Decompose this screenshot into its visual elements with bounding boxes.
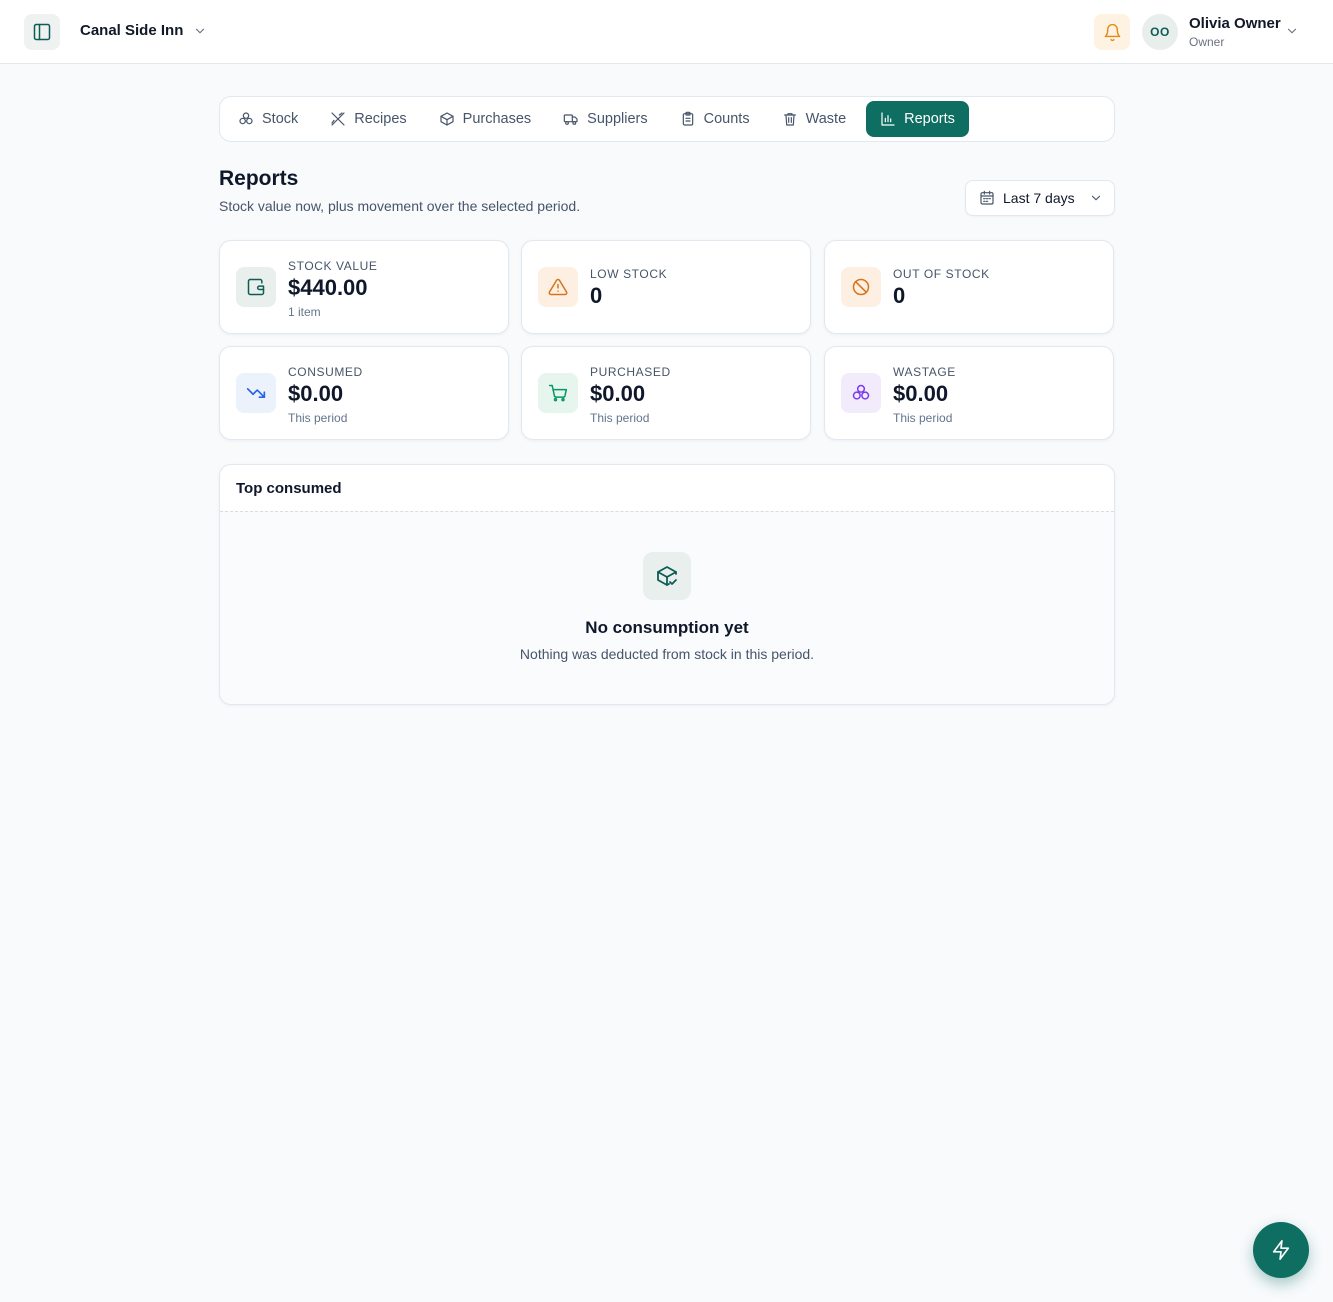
stat-card-stock-value: STOCK VALUE $440.00 1 item [219, 240, 509, 334]
stat-value: 0 [893, 283, 906, 308]
stat-card-out-of-stock: OUT OF STOCK 0 [824, 240, 1114, 334]
tab-counts[interactable]: Counts [666, 101, 764, 137]
stat-label: CONSUMED [288, 365, 363, 379]
cart-icon [538, 373, 578, 413]
user-role: Owner [1189, 35, 1225, 49]
venue-switcher[interactable]: Canal Side Inn [80, 22, 207, 39]
empty-text: Nothing was deducted from stock in this … [519, 646, 815, 662]
avatar-initials: OO [1150, 25, 1170, 39]
stat-hint: This period [893, 411, 953, 425]
stat-value: 0 [590, 283, 603, 308]
tab-label: Stock [262, 111, 299, 127]
tab-reports[interactable]: Reports [866, 101, 969, 137]
stat-label: LOW STOCK [590, 267, 668, 281]
stat-label: OUT OF STOCK [893, 267, 990, 281]
bell-icon [1104, 23, 1120, 41]
user-menu[interactable]: Olivia Owner Owner [1189, 15, 1281, 50]
package-check-icon [643, 552, 691, 600]
page-title: Reports [219, 167, 299, 190]
stat-label: PURCHASED [590, 365, 671, 379]
trending-down-icon [236, 373, 276, 413]
top-consumed-panel: Top consumed No consumption yet Nothing … [219, 464, 1115, 705]
stat-label: WASTAGE [893, 365, 956, 379]
tab-label: Waste [805, 111, 847, 127]
wallet-icon [236, 267, 276, 307]
user-name: Olivia Owner [1189, 15, 1281, 32]
ingredients-icon [239, 112, 253, 125]
page-subtitle: Stock value now, plus movement over the … [219, 198, 581, 214]
top-bar: Canal Side Inn OO Olivia Owner Owner [0, 0, 1333, 64]
warning-icon [538, 267, 578, 307]
ban-icon [841, 267, 881, 307]
stat-value: $0.00 [893, 381, 949, 406]
sidebar-toggle-button[interactable] [24, 14, 60, 50]
tab-recipes[interactable]: Recipes [316, 101, 420, 137]
tab-purchases[interactable]: Purchases [425, 101, 546, 137]
stat-value: $0.00 [590, 381, 646, 406]
tab-label: Counts [703, 111, 750, 127]
stat-value: $440.00 [288, 275, 368, 300]
truck-icon [563, 114, 578, 125]
sidebar-icon [33, 23, 51, 41]
venue-name: Canal Side Inn [80, 22, 184, 39]
stat-card-consumed: CONSUMED $0.00 This period [219, 346, 509, 440]
tab-suppliers[interactable]: Suppliers [549, 101, 661, 137]
package-icon [440, 112, 454, 126]
tab-label: Reports [904, 111, 955, 127]
bar-chart-icon [881, 112, 895, 126]
period-select[interactable]: Last 7 days [965, 180, 1115, 216]
chevron-down-icon [196, 28, 205, 33]
ingredients-icon [841, 373, 881, 413]
notifications-button[interactable] [1094, 14, 1130, 50]
section-tabs: Stock Recipes Purchases Suppliers Counts… [219, 96, 1115, 142]
tab-label: Purchases [462, 111, 532, 127]
tab-label: Recipes [354, 111, 407, 127]
empty-title: No consumption yet [585, 618, 749, 637]
stat-card-purchased: PURCHASED $0.00 This period [521, 346, 811, 440]
stat-value: $0.00 [288, 381, 344, 406]
stat-card-wastage: WASTAGE $0.00 This period [824, 346, 1114, 440]
avatar[interactable]: OO [1142, 14, 1178, 50]
clipboard-icon [682, 111, 693, 126]
quick-action-button[interactable] [1253, 1222, 1309, 1278]
lightning-icon [1272, 1240, 1290, 1260]
stat-hint: 1 item [288, 305, 321, 319]
stat-hint: This period [590, 411, 650, 425]
period-label: Last 7 days [1003, 190, 1075, 206]
stat-label: STOCK VALUE [288, 259, 378, 273]
calendar-icon [980, 190, 994, 205]
stat-card-low-stock: LOW STOCK 0 [521, 240, 811, 334]
tab-stock[interactable]: Stock [224, 101, 312, 137]
tab-label: Suppliers [587, 111, 648, 127]
chevron-down-icon[interactable] [1285, 24, 1299, 38]
utensils-icon [331, 112, 345, 126]
panel-title: Top consumed [236, 480, 342, 497]
trash-icon [783, 113, 796, 126]
chevron-down-icon [1091, 195, 1100, 201]
tab-waste[interactable]: Waste [768, 101, 861, 137]
empty-state: No consumption yet Nothing was deducted … [220, 511, 1114, 704]
stat-hint: This period [288, 411, 348, 425]
